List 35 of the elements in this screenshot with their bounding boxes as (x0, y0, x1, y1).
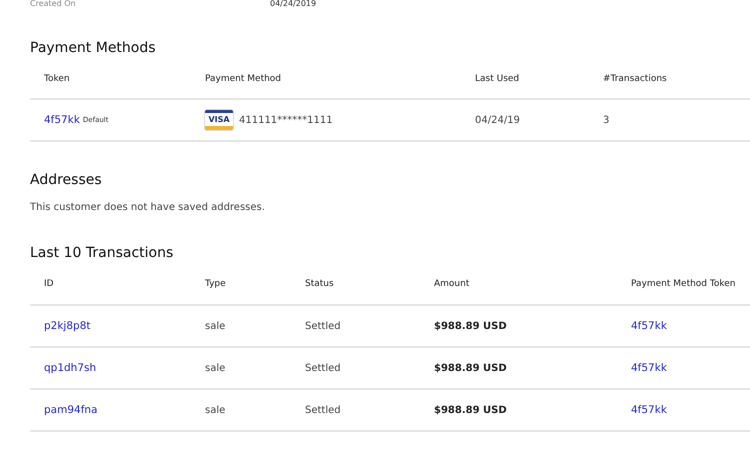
table-cell-text: sale (205, 320, 226, 332)
column-header: Last Used (475, 74, 520, 84)
column-header: Payment Method (205, 74, 282, 84)
token-link[interactable]: 4f57kk (631, 404, 667, 416)
card-logo: VISA (205, 110, 233, 130)
token-link[interactable]: 4f57kk (44, 114, 80, 126)
column-header: Payment Method Token (631, 279, 736, 289)
transaction-id-link[interactable]: qp1dh7sh (44, 362, 96, 374)
field-label: Created On (30, 0, 77, 8)
transaction-id-link[interactable]: pam94fna (44, 404, 98, 416)
column-header: Type (205, 279, 227, 289)
section-title: Payment Methods (30, 39, 157, 57)
table-cell-text: 04/24/19 (475, 114, 521, 126)
table-cell-text: sale (205, 362, 226, 374)
column-header: Amount (434, 279, 470, 289)
section-title: Addresses (30, 171, 103, 189)
table-cell-text: $988.89 USD (434, 404, 508, 416)
card-number: 411111******1111 (239, 114, 333, 126)
table-cell-text: Settled (305, 362, 342, 374)
column-header: ID (44, 279, 55, 289)
column-header: #Transactions (603, 74, 668, 84)
column-header: Token (44, 74, 71, 84)
column-header: Status (305, 279, 335, 289)
token-link[interactable]: 4f57kk (631, 362, 667, 374)
table-cell-text: sale (205, 404, 226, 416)
transaction-id-link[interactable]: p2kj8p8t (44, 320, 90, 332)
table-cell-text: 3 (603, 114, 610, 126)
empty-message: This customer does not have saved addresses. (30, 201, 266, 215)
field-value: 04/24/2019 (270, 0, 316, 8)
table-cell-text: Settled (305, 320, 342, 332)
table-cell-text: Settled (305, 404, 342, 416)
token-link[interactable]: 4f57kk (631, 320, 667, 332)
section-title: Last 10 Transactions (30, 244, 174, 262)
table-cell-text: $988.89 USD (434, 362, 508, 374)
table-cell-text: $988.89 USD (434, 320, 508, 332)
